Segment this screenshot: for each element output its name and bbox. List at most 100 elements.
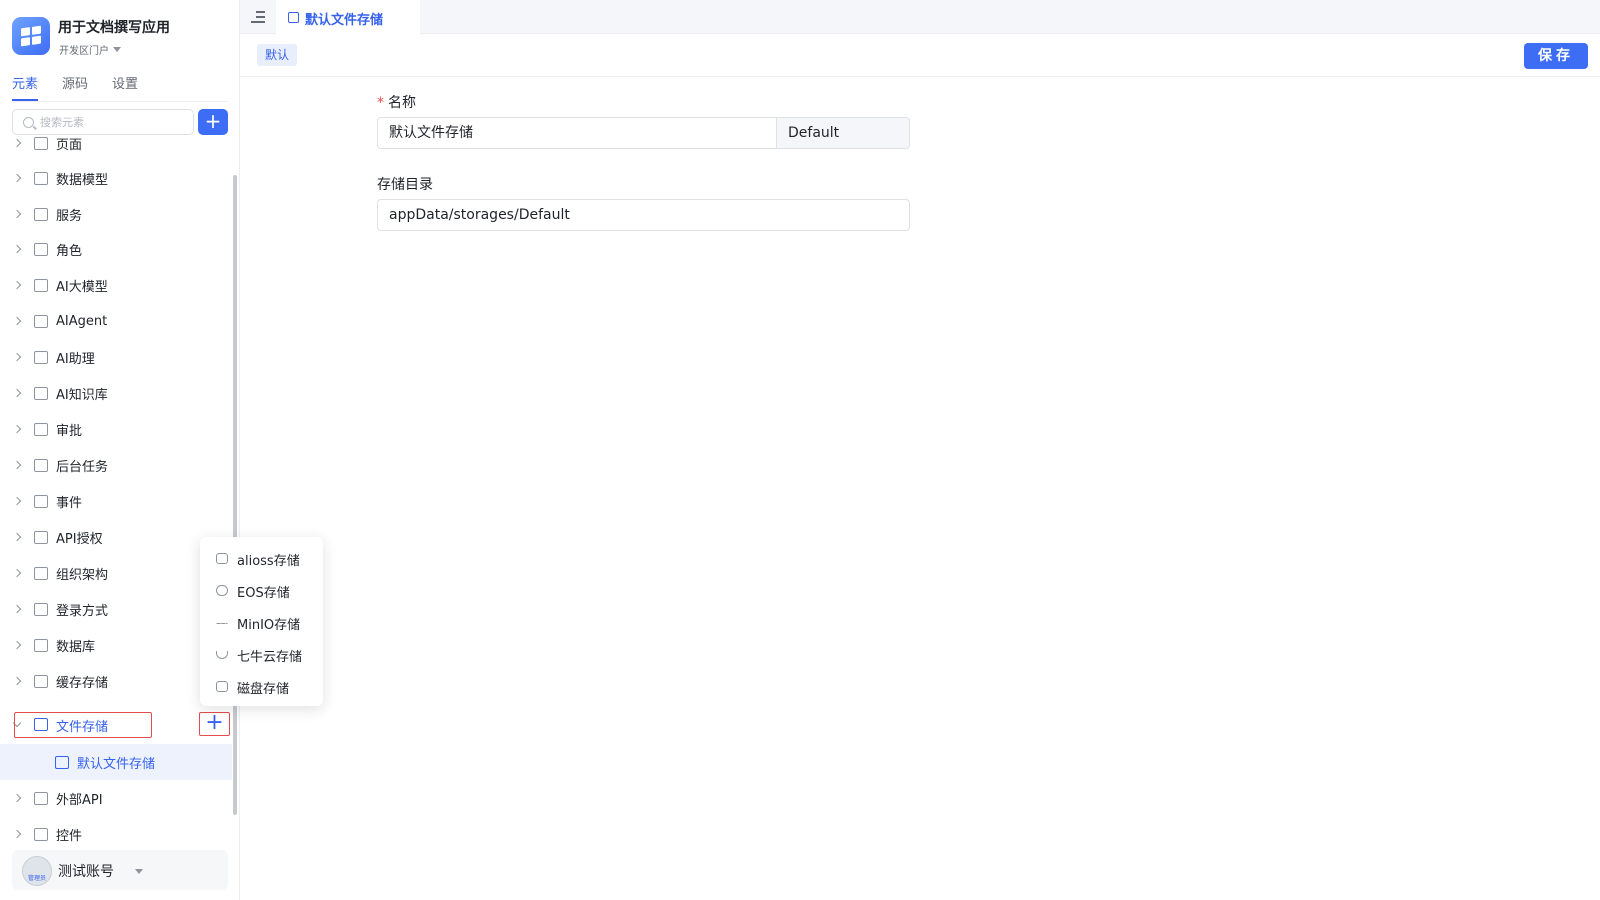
tree-item-database[interactable]: 数据库 — [0, 627, 232, 663]
element-tree: 页面 数据模型 服务 角色 AI大模型 AIAgent AI助理 AI知识库 审… — [0, 137, 232, 847]
collapse-sidebar-icon[interactable] — [251, 11, 265, 23]
sidebar-scrollbar[interactable] — [233, 175, 237, 815]
chevron-right-icon — [12, 829, 22, 839]
storage-form: * 名称 默认文件存储 Default 存储目录 appData/storages… — [377, 92, 910, 231]
ai-assistant-icon — [34, 350, 48, 364]
chevron-right-icon — [12, 352, 22, 362]
default-tag: 默认 — [257, 44, 298, 66]
tree-item-label: 审批 — [56, 423, 83, 439]
chevron-right-icon — [12, 138, 22, 148]
tree-item-ai-knowledge[interactable]: AI知识库 — [0, 375, 232, 411]
search-input[interactable] — [40, 115, 180, 129]
tree-item-ai-agent[interactable]: AIAgent — [0, 303, 232, 339]
tree-item-role[interactable]: 角色 — [0, 231, 232, 267]
chevron-right-icon — [12, 793, 22, 803]
add-element-button[interactable]: + — [198, 109, 228, 135]
tree-item-control[interactable]: 控件 — [0, 816, 232, 847]
chevron-right-icon — [12, 244, 22, 254]
tree-item-ai-assistant[interactable]: AI助理 — [0, 339, 232, 375]
tree-item-external-api[interactable]: 外部API — [0, 780, 232, 816]
tree-item-file-storage[interactable]: 文件存储 + — [0, 712, 232, 738]
name-field-label: * 名称 — [377, 92, 910, 112]
tree-item-label: 控件 — [56, 828, 83, 844]
tree-item-label: 角色 — [56, 243, 83, 259]
tree-item-label: 缓存存储 — [56, 675, 109, 691]
page-icon — [34, 137, 48, 150]
tree-item-ai-model[interactable]: AI大模型 — [0, 267, 232, 303]
name-input[interactable]: 默认文件存储 — [377, 117, 777, 149]
chevron-right-icon — [12, 460, 22, 470]
app-name: 用于文档撰写应用 — [58, 20, 170, 36]
save-button[interactable]: 保存 — [1524, 43, 1588, 69]
sidebar: 用于文档撰写应用 开发区门户 元素 源码 设置 + 页面 数据模型 — [0, 0, 240, 900]
tree-item-org[interactable]: 组织架构 — [0, 555, 232, 591]
tree-item-approval[interactable]: 审批 — [0, 411, 232, 447]
robot-icon — [34, 314, 48, 328]
tree-item-login[interactable]: 登录方式 — [0, 591, 232, 627]
cloud-icon — [216, 585, 228, 596]
tree-item-label: 数据模型 — [56, 172, 109, 188]
disk-icon — [216, 681, 228, 692]
qiniu-icon — [216, 651, 228, 659]
tree-item-label: AI知识库 — [56, 387, 108, 403]
chevron-right-icon — [12, 568, 22, 578]
tab-default-file-storage[interactable]: 默认文件存储 — [276, 0, 420, 35]
model-icon — [34, 278, 48, 292]
tab-settings[interactable]: 设置 — [112, 76, 138, 101]
name-input-group: 默认文件存储 Default — [377, 117, 910, 149]
tree-item-label: API授权 — [56, 531, 103, 547]
user-menu[interactable]: 管理员 测试账号 — [12, 850, 228, 890]
disk-icon — [55, 755, 69, 769]
chevron-right-icon — [12, 676, 22, 686]
user-name: 测试账号 — [58, 864, 114, 880]
minio-icon — [216, 623, 228, 624]
tree-item-api-auth[interactable]: API授权 — [0, 519, 232, 555]
chevron-right-icon — [12, 280, 22, 290]
tree-item-label: AIAgent — [56, 313, 108, 329]
tree-item-data-model[interactable]: 数据模型 — [0, 160, 232, 196]
dir-input-group: appData/storages/Default — [377, 199, 910, 231]
caret-down-icon — [135, 869, 143, 874]
chevron-right-icon — [12, 604, 22, 614]
tree-item-label: 后台任务 — [56, 459, 109, 475]
chevron-right-icon — [12, 209, 22, 219]
key-icon — [34, 530, 48, 544]
tree-item-event[interactable]: 事件 — [0, 483, 232, 519]
highlight-box — [14, 712, 152, 738]
tab-bar: 默认文件存储 — [240, 0, 1600, 35]
service-icon — [34, 207, 48, 221]
main-panel: 默认文件存储 默认 保存 * 名称 默认文件存储 Default 存储目录 app… — [240, 0, 1600, 900]
building-icon — [34, 602, 48, 616]
tree-item-label: 页面 — [56, 137, 83, 153]
tree-item-cache[interactable]: 缓存存储 — [0, 663, 232, 699]
add-file-storage-button[interactable]: + — [199, 712, 230, 736]
tab-source[interactable]: 源码 — [62, 76, 88, 101]
tree-item-background-task[interactable]: 后台任务 — [0, 447, 232, 483]
chevron-right-icon — [12, 388, 22, 398]
required-mark: * — [377, 95, 384, 111]
task-icon — [34, 458, 48, 472]
book-icon — [34, 386, 48, 400]
disk-icon — [288, 12, 299, 23]
tree-item-label: 事件 — [56, 495, 83, 511]
tree-item-label: AI大模型 — [56, 279, 108, 295]
dir-input[interactable]: appData/storages/Default — [377, 199, 910, 231]
tree-item-page[interactable]: 页面 — [0, 137, 232, 161]
name-label-text: 名称 — [388, 95, 416, 111]
toolbar: 默认 保存 — [240, 35, 1600, 77]
sidebar-tabs: 元素 源码 设置 — [12, 76, 228, 102]
tree-item-label: 外部API — [56, 792, 103, 808]
code-input[interactable]: Default — [777, 117, 910, 149]
app-logo — [12, 17, 50, 55]
caret-down-icon — [113, 47, 121, 52]
tree-item-default-file-storage[interactable]: 默认文件存储 — [0, 744, 232, 780]
stamp-icon — [34, 422, 48, 436]
chevron-right-icon — [12, 532, 22, 542]
dir-field-label: 存储目录 — [377, 177, 433, 193]
chevron-right-icon — [12, 316, 22, 326]
tree-item-service[interactable]: 服务 — [0, 196, 232, 232]
tree-item-label: 登录方式 — [56, 603, 109, 619]
database-icon — [34, 638, 48, 652]
tab-elements[interactable]: 元素 — [12, 76, 39, 101]
portal-selector[interactable]: 开发区门户 — [59, 42, 121, 57]
